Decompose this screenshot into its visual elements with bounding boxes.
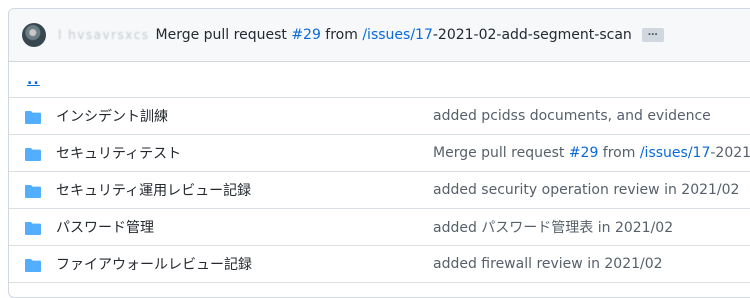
file-commit-pr-link[interactable]: #29 — [569, 145, 599, 161]
file-row[interactable]: セキュリティテスト Merge pull request #29 from /i… — [9, 135, 750, 172]
commit-branch-link[interactable]: /issues/17 — [362, 27, 433, 43]
file-browser: l hvsavrsxcs Merge pull request #29 from… — [8, 8, 750, 298]
folder-icon — [25, 148, 41, 161]
file-commit-message-text[interactable]: Merge pull request — [433, 145, 569, 161]
commit-expand-button[interactable]: … — [641, 28, 664, 42]
commit-pr-link[interactable]: #29 — [291, 27, 321, 43]
commit-author[interactable]: l hvsavrsxcs — [58, 28, 150, 42]
file-name[interactable]: ファイアウォールレビュー記録 — [56, 254, 252, 274]
folder-icon — [25, 259, 41, 272]
file-commit-message[interactable]: added security operation review in 2021/… — [433, 182, 739, 198]
file-commit-from-text: from — [598, 145, 640, 161]
file-commit-message[interactable]: added firewall review in 2021/02 — [433, 256, 663, 272]
file-row[interactable]: セキュリティ運用レビュー記録 added security operation … — [9, 172, 750, 209]
parent-directory-link[interactable]: .. — [27, 72, 40, 88]
commit-from-text: from — [320, 27, 363, 43]
folder-icon — [25, 222, 41, 235]
file-name[interactable]: セキュリティ運用レビュー記録 — [56, 180, 251, 200]
commit-message: Merge pull request #29 from /issues/17-2… — [156, 27, 632, 43]
commit-branch-rest[interactable]: -2021-02-add-segment-scan — [433, 27, 632, 43]
file-name[interactable]: インシデント訓練 — [56, 106, 168, 126]
file-commit-message[interactable]: added パスワード管理表 in 2021/02 — [433, 217, 673, 237]
commit-message-text[interactable]: Merge pull request — [156, 27, 292, 43]
file-name[interactable]: パスワード管理 — [56, 217, 154, 237]
file-name[interactable]: セキュリティテスト — [56, 143, 181, 163]
file-row[interactable]: パスワード管理 added パスワード管理表 in 2021/02 — [9, 209, 750, 246]
folder-icon — [25, 111, 41, 124]
file-commit-message[interactable]: added pcidss documents, and evidence — [433, 108, 711, 124]
parent-directory-row[interactable]: .. — [9, 62, 750, 98]
latest-commit-bar: l hvsavrsxcs Merge pull request #29 from… — [9, 9, 750, 62]
file-commit-message: Merge pull request #29 from /issues/17-2… — [433, 145, 750, 161]
file-commit-branch-rest[interactable]: -2021-02-add-segment-scan — [710, 145, 750, 161]
file-row[interactable]: インシデント訓練 added pcidss documents, and evi… — [9, 98, 750, 135]
file-commit-branch-link[interactable]: /issues/17 — [640, 145, 711, 161]
folder-icon — [25, 185, 41, 198]
file-row[interactable]: ファイアウォールレビュー記録 added firewall review in … — [9, 246, 750, 283]
avatar[interactable] — [22, 23, 46, 47]
